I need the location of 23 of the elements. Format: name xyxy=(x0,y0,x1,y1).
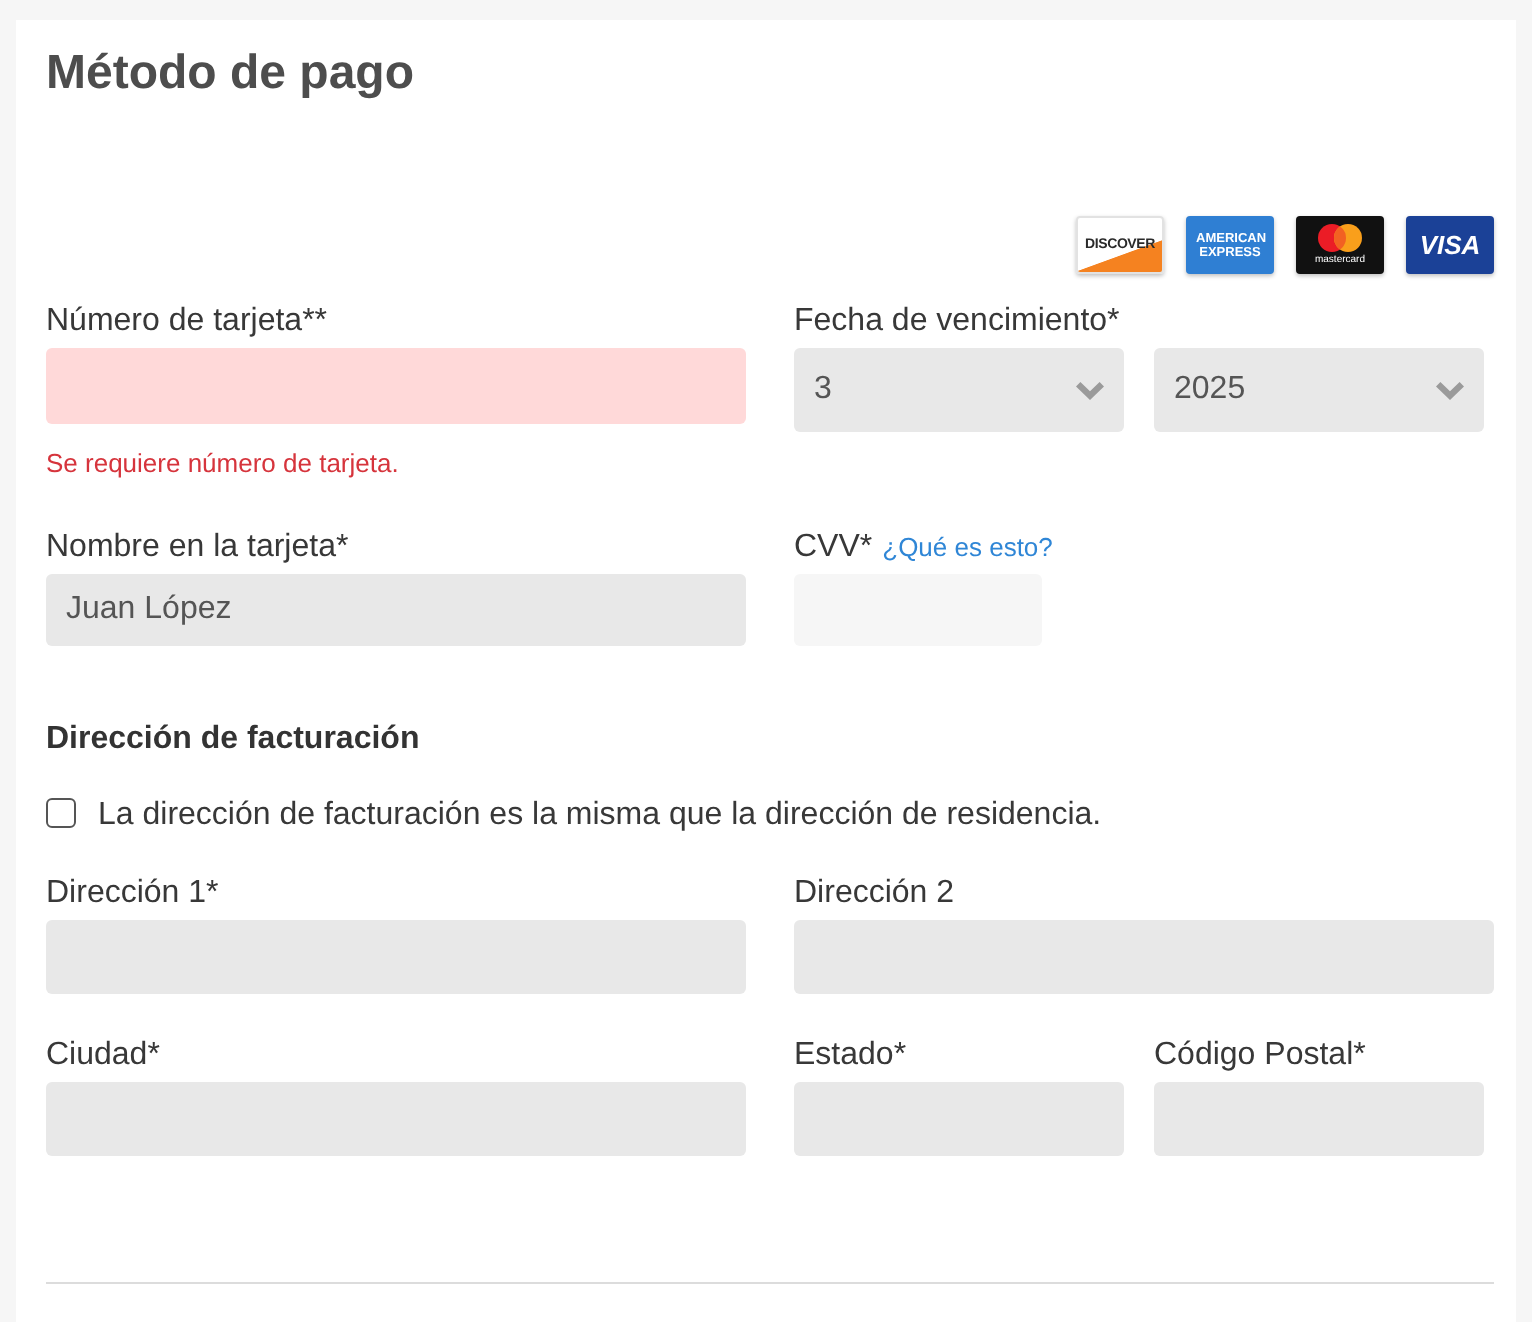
logo-text: VISA xyxy=(1419,230,1481,260)
error-message: Se requiere número de tarjeta. xyxy=(46,448,401,480)
field-label: Dirección 2 xyxy=(794,874,957,914)
section-heading: Dirección de facturación xyxy=(46,720,422,760)
overlapping-circles-icon xyxy=(1318,224,1362,252)
year-select[interactable]: 2025 xyxy=(1154,348,1484,432)
chevron-down-icon xyxy=(1076,381,1104,399)
help-link[interactable]: ¿Qué es esto? xyxy=(882,532,1053,564)
field-label: Número de tarjeta** xyxy=(46,302,330,342)
month-select[interactable]: 3 xyxy=(794,348,1124,432)
card-number-field[interactable] xyxy=(46,348,746,424)
field-label: Estado* xyxy=(794,1036,909,1076)
checkbox[interactable] xyxy=(46,798,76,828)
chevron-down-icon xyxy=(1436,381,1464,399)
field-label: Ciudad* xyxy=(46,1036,162,1076)
field-label: Dirección 1* xyxy=(46,874,221,914)
field-label: Fecha de vencimiento* xyxy=(794,302,1122,342)
page-title: Método de pago xyxy=(46,44,416,104)
checkbox-label[interactable]: La dirección de facturación es la misma que la dirección de residencia. xyxy=(98,796,1102,836)
field-label: Nombre en la tarjeta* xyxy=(46,528,351,568)
name-field[interactable]: Juan López xyxy=(46,574,746,646)
field-label: Código Postal* xyxy=(1154,1036,1368,1076)
field-label: CVV* xyxy=(794,528,873,568)
